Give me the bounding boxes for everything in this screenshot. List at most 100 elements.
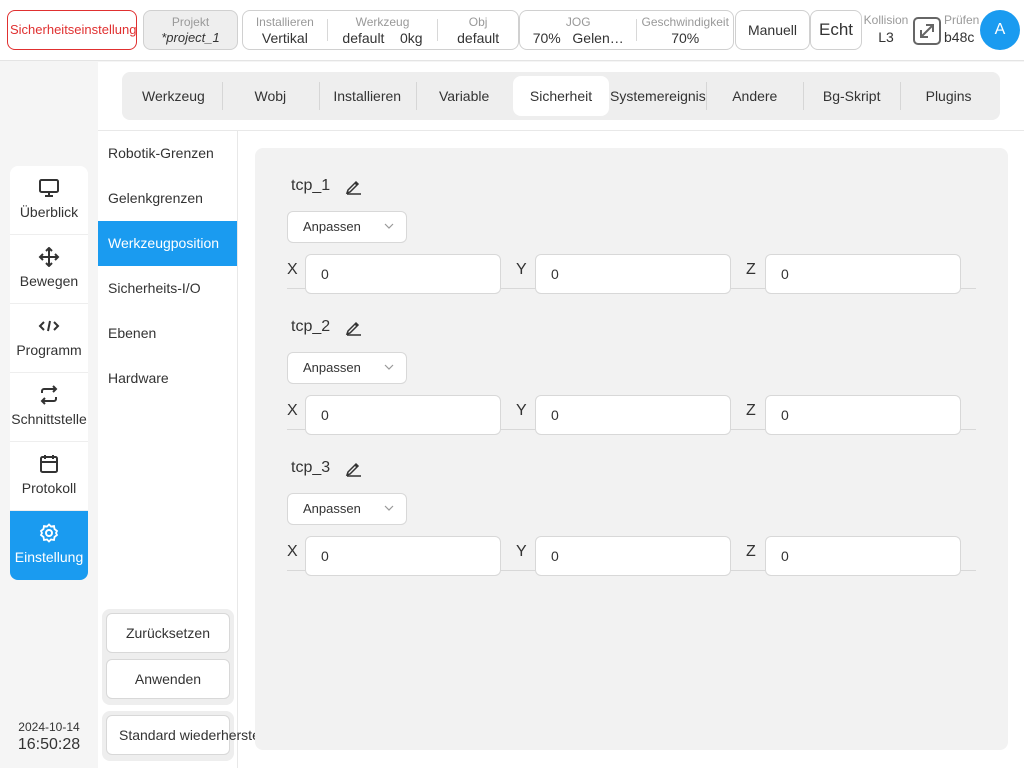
tab-tool[interactable]: Werkzeug [125, 76, 222, 116]
tool-position-content: tcp_1 Anpassen X 0 Y 0 Z 0 tcp_2 Anpasse… [255, 148, 1008, 750]
nav-item-program[interactable]: Programm [10, 304, 88, 373]
checksum: Prüfen b48c [944, 13, 980, 45]
edit-icon[interactable] [345, 177, 363, 195]
tcp-name: tcp_2 [291, 318, 331, 335]
obj-selector[interactable]: Obj default [438, 11, 518, 49]
subnav-safety-io[interactable]: Sicherheits-I/O [98, 266, 237, 311]
subnav-hardware[interactable]: Hardware [98, 356, 237, 401]
tcp-section: tcp_1 Anpassen X 0 Y 0 Z 0 [287, 148, 976, 294]
y-input[interactable]: 0 [535, 254, 731, 294]
tcp-name: tcp_1 [291, 177, 331, 194]
jog-speed-group: JOG 70% Gelen… Geschwindigkeit 70% [519, 10, 734, 50]
tab-plugins[interactable]: Plugins [900, 76, 997, 116]
jog-label: JOG [565, 15, 591, 29]
collision-label: Kollision [863, 13, 909, 27]
obj-label: Obj [468, 15, 488, 29]
z-label: Z [746, 543, 756, 560]
tool-label: Werkzeug [355, 15, 410, 29]
speed-label: Geschwindigkeit [641, 15, 729, 29]
tcp-section: tcp_2 Anpassen X 0 Y 0 Z 0 [287, 289, 976, 435]
nav-item-log[interactable]: Protokoll [10, 442, 88, 511]
nav-label: Protokoll [21, 480, 77, 496]
x-input[interactable]: 0 [305, 536, 501, 576]
settings-tabs: Werkzeug Wobj Installieren Variable Sich… [122, 72, 1000, 120]
speed-selector[interactable]: Geschwindigkeit 70% [637, 11, 733, 49]
safety-settings-label: Sicherheitseinstellung [10, 22, 137, 37]
nav-item-overview[interactable]: Überblick [10, 166, 88, 235]
jog-selector[interactable]: JOG 70% Gelen… [520, 11, 636, 49]
restore-default-button[interactable]: Standard wiederherstellen [106, 715, 282, 755]
swap-icon [40, 385, 58, 405]
tcp-mode-select[interactable]: Anpassen [287, 493, 407, 525]
nav-item-move[interactable]: Bewegen [10, 235, 88, 304]
jog-value: 70% Gelen… [532, 30, 624, 46]
restore-group: Standard wiederherstellen [102, 711, 282, 761]
y-label: Y [516, 261, 527, 278]
project-selector[interactable]: Projekt *project_1 [143, 10, 238, 50]
install-selector[interactable]: Installieren Vertikal [243, 11, 327, 49]
reset-button[interactable]: Zurücksetzen [106, 613, 230, 653]
z-input[interactable]: 0 [765, 536, 961, 576]
z-input[interactable]: 0 [765, 254, 961, 294]
collision-value: L3 [878, 29, 894, 45]
tab-system-event[interactable]: Systemereignis [609, 76, 706, 116]
subnav-tool-position[interactable]: Werkzeugposition [98, 221, 237, 266]
safety-settings-button[interactable]: Sicherheitseinstellung [7, 10, 137, 50]
tcp-mode-select[interactable]: Anpassen [287, 352, 407, 384]
project-label: Projekt [171, 15, 210, 29]
tab-bg-script[interactable]: Bg-Skript [803, 76, 900, 116]
gear-icon [39, 523, 59, 543]
date: 2024-10-14 [18, 720, 80, 734]
checksum-value: b48c [944, 29, 975, 45]
main-panel: Werkzeug Wobj Installieren Variable Sich… [98, 62, 1024, 768]
nav-label: Überblick [19, 204, 79, 220]
checksum-label: Prüfen [944, 13, 980, 27]
y-input[interactable]: 0 [535, 395, 731, 435]
project-value: *project_1 [161, 30, 220, 45]
edit-icon[interactable] [345, 459, 363, 477]
expand-icon[interactable] [912, 16, 942, 46]
obj-value: default [457, 30, 500, 46]
chevron-down-icon [384, 364, 394, 370]
tool-value: default 0kg [342, 30, 423, 46]
x-label: X [287, 261, 298, 278]
install-value: Vertikal [261, 30, 308, 46]
y-input[interactable]: 0 [535, 536, 731, 576]
x-input[interactable]: 0 [305, 395, 501, 435]
avatar[interactable]: A [980, 10, 1020, 50]
edit-icon[interactable] [345, 318, 363, 336]
tab-wobj[interactable]: Wobj [221, 76, 319, 116]
subnav-planes[interactable]: Ebenen [98, 311, 237, 356]
nav-label: Einstellung [14, 549, 84, 565]
y-label: Y [516, 402, 527, 419]
install-tool-obj-group: Installieren Vertikal Werkzeug default 0… [242, 10, 519, 50]
tcp-mode-select[interactable]: Anpassen [287, 211, 407, 243]
subnav-joint-limits[interactable]: Gelenkgrenzen [98, 176, 237, 221]
y-label: Y [516, 543, 527, 560]
speed-value: 70% [671, 30, 700, 46]
collision-level[interactable]: Kollision L3 [863, 13, 909, 45]
tool-selector[interactable]: Werkzeug default 0kg [328, 11, 438, 49]
top-bar: Sicherheitseinstellung Projekt *project_… [0, 0, 1024, 61]
nav-label: Programm [16, 342, 82, 358]
subnav-robot-limits[interactable]: Robotik-Grenzen [98, 131, 237, 176]
manual-mode-button[interactable]: Manuell [735, 10, 810, 50]
nav-label: Bewegen [19, 273, 79, 289]
tab-install[interactable]: Installieren [318, 76, 416, 116]
chevron-down-icon [384, 505, 394, 511]
tab-variable[interactable]: Variable [415, 76, 513, 116]
real-mode-button[interactable]: Echt [810, 10, 862, 50]
nav-item-settings[interactable]: Einstellung [10, 511, 88, 580]
tab-other[interactable]: Andere [706, 76, 803, 116]
tab-safety[interactable]: Sicherheit [512, 76, 610, 116]
x-input[interactable]: 0 [305, 254, 501, 294]
calendar-icon [40, 455, 58, 473]
z-label: Z [746, 402, 756, 419]
tcp-section: tcp_3 Anpassen X 0 Y 0 Z 0 [287, 430, 976, 576]
apply-button[interactable]: Anwenden [106, 659, 230, 699]
code-icon [38, 320, 60, 332]
x-label: X [287, 543, 298, 560]
install-label: Installieren [255, 15, 314, 29]
z-input[interactable]: 0 [765, 395, 961, 435]
nav-item-interface[interactable]: Schnittstelle [10, 373, 88, 442]
